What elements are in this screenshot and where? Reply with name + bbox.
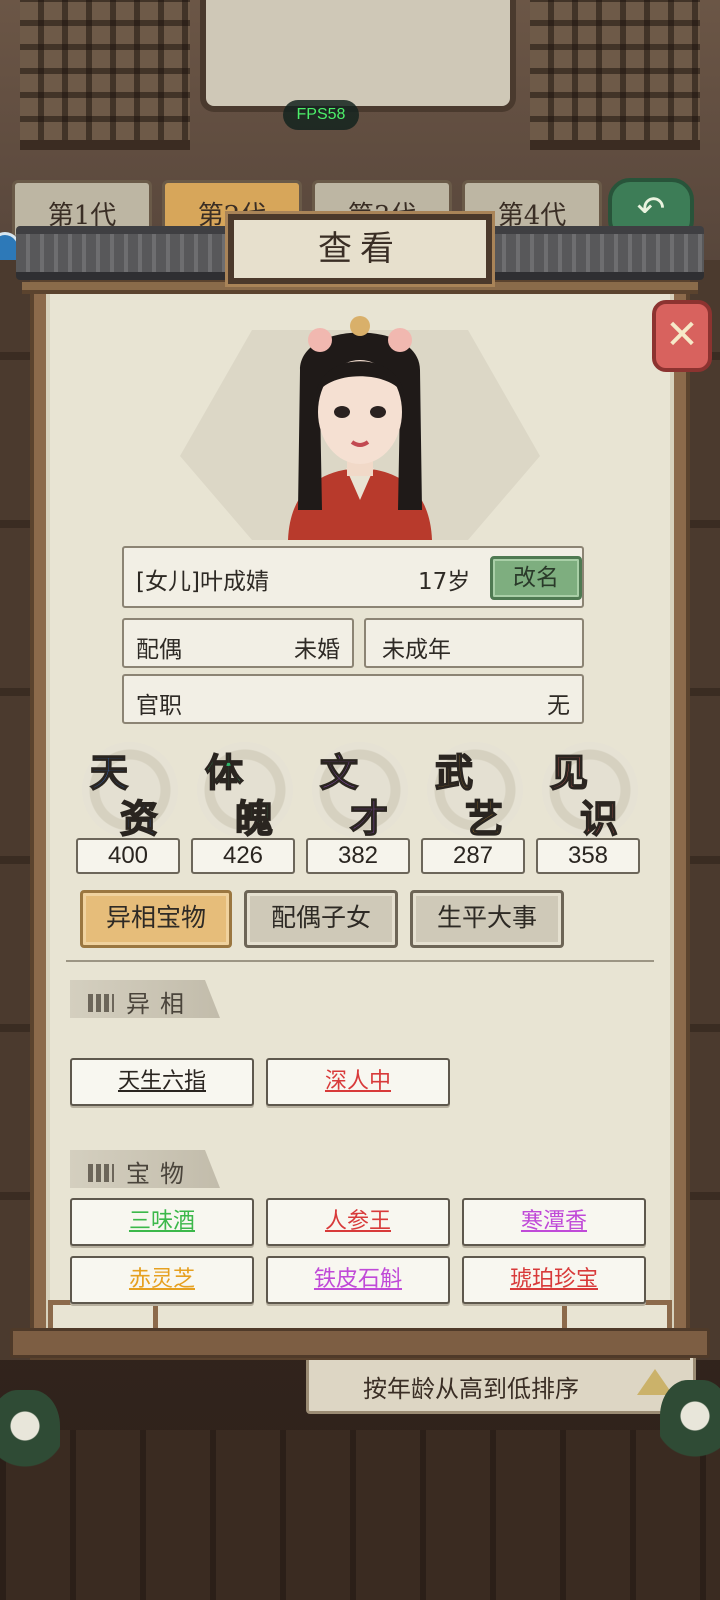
stat-value: 287 bbox=[421, 838, 525, 874]
office-label: 官职 bbox=[136, 693, 182, 719]
stat-char: 魄 bbox=[234, 795, 274, 842]
stat-char: 资 bbox=[119, 795, 159, 842]
tab-traits-treasures[interactable]: 异相宝物 bbox=[80, 890, 232, 948]
office-row: 官职 无 bbox=[122, 674, 584, 724]
window-lattice-right bbox=[530, 0, 700, 150]
flower-decoration-right bbox=[660, 1380, 720, 1470]
traits-section-header: 异相 bbox=[70, 980, 220, 1018]
stat-value: 382 bbox=[306, 838, 410, 874]
stat-char: 识 bbox=[579, 795, 619, 842]
character-name: [女儿]叶成婧 bbox=[136, 569, 269, 595]
background-floor bbox=[0, 1430, 720, 1600]
treasure-tag[interactable]: 琥珀珍宝 bbox=[462, 1256, 646, 1304]
tab-life-events[interactable]: 生平大事 bbox=[410, 890, 564, 948]
office-value: 无 bbox=[547, 693, 570, 719]
flower-decoration-left bbox=[0, 1390, 60, 1480]
character-portrait bbox=[288, 316, 432, 540]
dialog-base bbox=[10, 1328, 710, 1358]
divider bbox=[66, 960, 654, 962]
treasures-section-header: 宝物 bbox=[70, 1150, 220, 1188]
trait-tag[interactable]: 深人中 bbox=[266, 1058, 450, 1106]
section-lattice-icon bbox=[88, 1164, 114, 1182]
spouse-row: 配偶 未婚 bbox=[122, 618, 354, 668]
stat-value: 358 bbox=[536, 838, 640, 874]
treasure-tag[interactable]: 人参王 bbox=[266, 1198, 450, 1246]
stat-char: 艺 bbox=[464, 795, 504, 842]
close-icon[interactable]: ✕ bbox=[652, 300, 712, 372]
treasure-tag[interactable]: 铁皮石斛 bbox=[266, 1256, 450, 1304]
stat-value: 426 bbox=[191, 838, 295, 874]
section-lattice-icon bbox=[88, 994, 114, 1012]
fps-counter: FPS58 bbox=[283, 100, 359, 130]
adult-status-row: 未成年 bbox=[364, 618, 584, 668]
tab-spouse-children[interactable]: 配偶子女 bbox=[244, 890, 398, 948]
stat-knowledge: 见 识 358 bbox=[536, 742, 642, 878]
stat-talent: 天 资 400 bbox=[76, 742, 182, 878]
dialog-title: 查看 bbox=[228, 214, 492, 284]
character-age: 17岁 bbox=[418, 569, 471, 595]
treasure-tag[interactable]: 寒潭香 bbox=[462, 1198, 646, 1246]
treasure-tag[interactable]: 三味酒 bbox=[70, 1198, 254, 1246]
sort-label: 按年龄从高到低排序 bbox=[363, 1375, 579, 1403]
stat-char: 才 bbox=[349, 795, 389, 842]
sort-button[interactable]: 按年龄从高到低排序 bbox=[306, 1352, 696, 1414]
stat-martial: 武 艺 287 bbox=[421, 742, 527, 878]
treasures-section-title: 宝物 bbox=[126, 1160, 194, 1188]
traits-section-title: 异相 bbox=[126, 990, 194, 1018]
rename-button[interactable]: 改名 bbox=[490, 556, 582, 600]
treasure-tag[interactable]: 赤灵芝 bbox=[70, 1256, 254, 1304]
adult-status: 未成年 bbox=[382, 637, 451, 663]
window-lattice-left bbox=[20, 0, 190, 150]
background-painting bbox=[200, 0, 516, 112]
stat-value: 400 bbox=[76, 838, 180, 874]
stat-physique: 体 魄 426 bbox=[191, 742, 297, 878]
spouse-label: 配偶 bbox=[136, 637, 182, 663]
stat-literary: 文 才 382 bbox=[306, 742, 412, 878]
trait-tag[interactable]: 天生六指 bbox=[70, 1058, 254, 1106]
spouse-value: 未婚 bbox=[294, 637, 340, 663]
